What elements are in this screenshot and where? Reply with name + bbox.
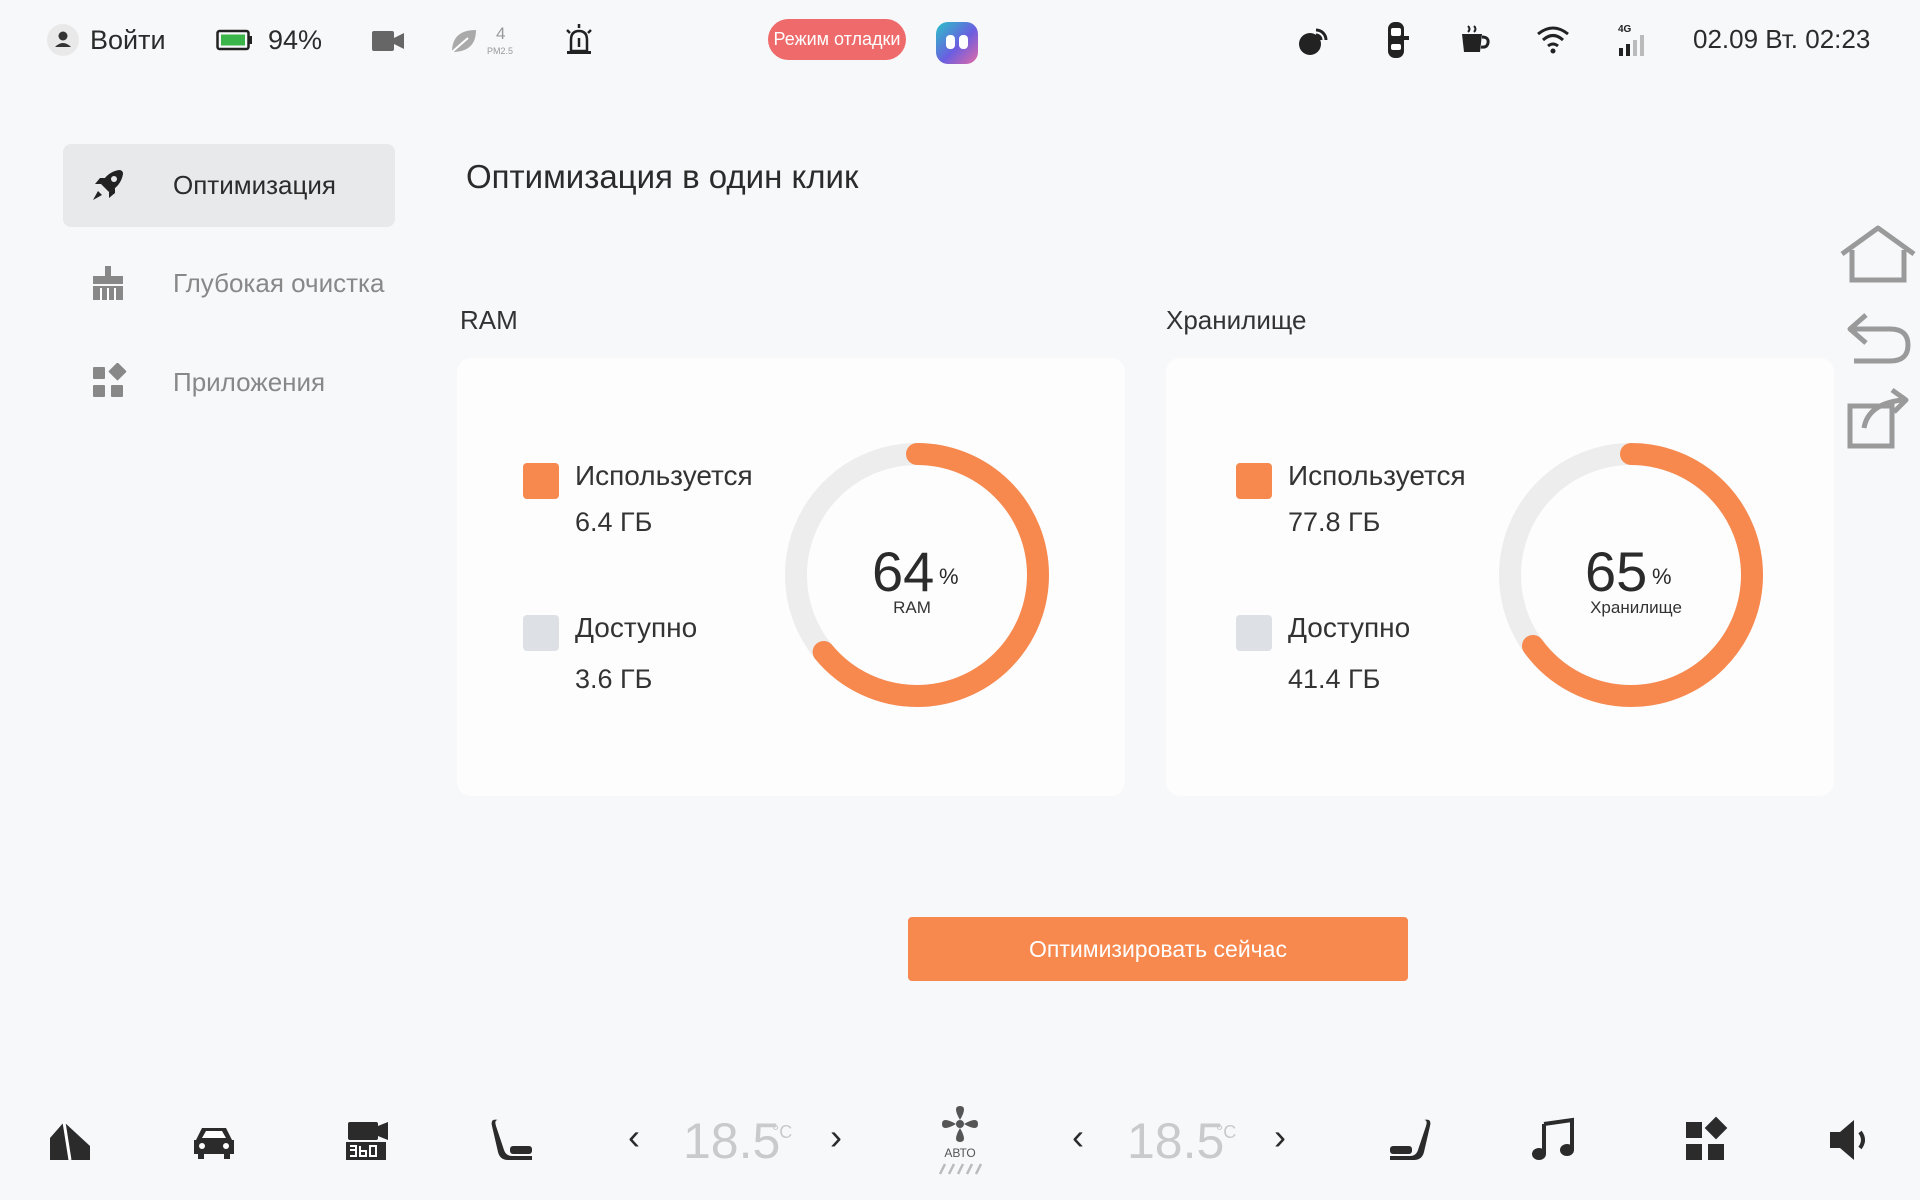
login-button[interactable]: Войти [46, 18, 166, 62]
ram-card: Используется 6.4 ГБ Доступно 3.6 ГБ 64 %… [457, 358, 1125, 796]
used-value: 6.4 ГБ [575, 507, 653, 537]
sidebar-item-deep-cleaning[interactable]: Глубокая очистка [63, 242, 395, 325]
used-label: Используется [1288, 460, 1466, 491]
free-value: 3.6 ГБ [575, 664, 653, 694]
sidebar-item-label: Глубокая очистка [173, 268, 385, 298]
wifi-icon[interactable] [1536, 24, 1570, 54]
percent-sign: % [939, 564, 959, 589]
apps-icon [93, 363, 127, 397]
coffee-icon[interactable] [1458, 22, 1492, 56]
alarm-icon[interactable] [562, 22, 596, 56]
free-swatch [1236, 615, 1272, 651]
sidebar-item-applications[interactable]: Приложения [63, 341, 395, 424]
free-swatch [523, 615, 559, 651]
cellular-signal-icon[interactable]: 4G [1618, 24, 1648, 56]
right-temp-decrease-button[interactable]: ‹ [1072, 1116, 1084, 1158]
home-icon[interactable] [1838, 222, 1918, 286]
status-bar: Войти 94% 4 PM2.5 Режим отладки 4G 02.09… [0, 0, 1920, 84]
free-label: Доступно [1288, 612, 1411, 643]
ram-percent: 64 [872, 540, 935, 603]
assistant-avatar-icon[interactable] [936, 22, 978, 64]
seat-icon[interactable] [490, 1116, 538, 1164]
temp-unit: °C [772, 1122, 793, 1142]
used-swatch [523, 463, 559, 499]
login-label: Войти [90, 24, 166, 55]
used-value: 77.8 ГБ [1288, 507, 1381, 537]
user-icon [47, 24, 79, 56]
ram-caption: RAM [893, 598, 931, 617]
camera-360-icon[interactable] [344, 1116, 392, 1164]
satellite-icon[interactable] [1296, 24, 1330, 58]
share-icon[interactable] [1838, 386, 1918, 450]
left-temperature: 18.5 [683, 1113, 781, 1169]
fan-icon[interactable] [936, 1104, 984, 1146]
pm25-label: PM2.5 [487, 46, 514, 56]
optimize-now-button[interactable]: Оптимизировать сейчас [908, 917, 1408, 981]
sidebar-item-optimization[interactable]: Оптимизация [63, 144, 395, 227]
fan-mode-label: АВТО [944, 1146, 976, 1160]
dashcam-icon[interactable] [370, 28, 406, 54]
used-swatch [1236, 463, 1272, 499]
page-title: Оптимизация в один клик [466, 158, 859, 195]
rocket-icon [93, 170, 123, 200]
debug-mode-badge[interactable]: Режим отладки [768, 19, 906, 60]
airflow-icon [938, 1163, 983, 1175]
storage-card: Используется 77.8 ГБ Доступно 41.4 ГБ 65… [1166, 358, 1834, 796]
storage-section-title: Хранилище [1166, 305, 1307, 335]
storage-percent: 65 [1585, 540, 1648, 603]
ram-section-title: RAM [460, 305, 518, 335]
left-temp-increase-button[interactable]: › [830, 1116, 842, 1158]
battery-icon [216, 29, 252, 51]
free-label: Доступно [575, 612, 698, 643]
back-icon[interactable] [1838, 305, 1918, 369]
music-icon[interactable] [1530, 1116, 1578, 1164]
temp-unit: °C [1216, 1122, 1237, 1142]
battery-status: 94% [216, 18, 322, 62]
car-icon[interactable] [190, 1116, 238, 1164]
car-door-icon[interactable] [1384, 20, 1410, 60]
datetime: 02.09 Вт. 02:23 [1693, 24, 1871, 54]
volume-icon[interactable] [1826, 1116, 1874, 1164]
battery-percent: 94% [268, 24, 323, 55]
broom-icon [93, 266, 123, 300]
pm25-value: 4 [496, 24, 506, 43]
percent-sign: % [1652, 564, 1672, 589]
free-value: 41.4 ГБ [1288, 664, 1381, 694]
leaf-icon[interactable] [448, 26, 480, 56]
left-temp-decrease-button[interactable]: ‹ [628, 1116, 640, 1158]
apps-grid-icon[interactable] [1682, 1116, 1730, 1164]
sidebar-item-label: Приложения [173, 367, 326, 397]
sidebar-item-label: Оптимизация [173, 170, 337, 200]
passenger-seat-icon[interactable] [1384, 1116, 1432, 1164]
right-temperature: 18.5 [1127, 1113, 1225, 1169]
used-label: Используется [575, 460, 753, 491]
map-icon[interactable] [46, 1116, 94, 1164]
right-temp-increase-button[interactable]: › [1274, 1116, 1286, 1158]
storage-caption: Хранилище [1590, 598, 1682, 617]
